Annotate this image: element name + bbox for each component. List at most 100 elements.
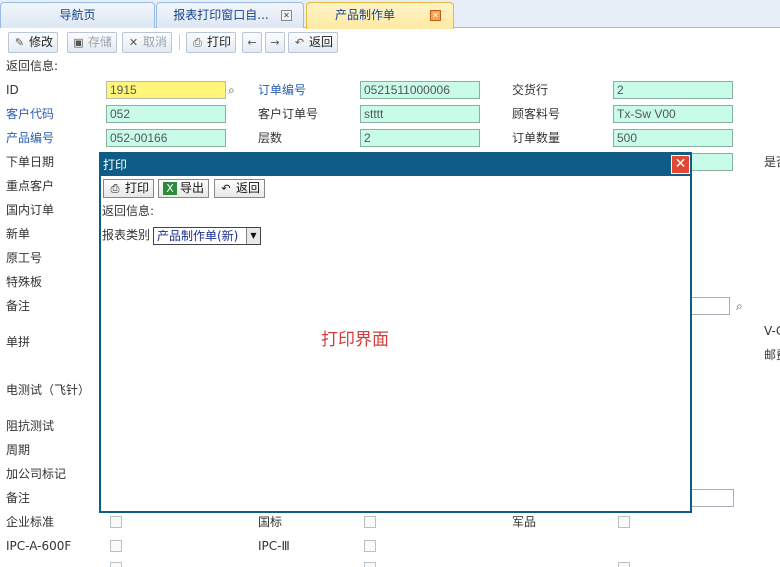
- remark2-field[interactable]: [690, 489, 734, 507]
- cust-order-field[interactable]: stttt: [360, 105, 480, 123]
- tab-bar: 导航页 报表打印窗口自... ✕ 产品制作单 ✕: [0, 0, 780, 29]
- product-no-field[interactable]: 052-00166: [106, 129, 226, 147]
- edit-button[interactable]: ✎ 修改: [8, 32, 59, 53]
- cust-code-label: 客户代码: [6, 107, 55, 121]
- id-label: ID: [6, 83, 19, 97]
- qty-field[interactable]: 500: [613, 129, 733, 147]
- remark2-label: 备注: [6, 491, 31, 505]
- prev-button[interactable]: ←: [242, 32, 262, 53]
- domestic-label: 国内订单: [6, 203, 55, 217]
- save-label: 存储: [88, 35, 113, 49]
- order-date-label: 下单日期: [6, 155, 55, 169]
- back-button[interactable]: ↶ 返回: [288, 32, 339, 53]
- lookup-icon[interactable]: ⌕: [736, 299, 750, 313]
- special-board-label: 特殊板: [6, 275, 43, 289]
- tab-report-print-label: 报表打印窗口自...: [173, 8, 269, 22]
- print-dialog: 打印 ✕ ⎙ 打印 X 导出 ↶ 返回 返回信息: 报表类别 产品制作单(新) …: [99, 152, 692, 513]
- national-std-label: 国标: [258, 515, 283, 529]
- tab-home[interactable]: 导航页: [0, 2, 155, 28]
- new-order-label: 新单: [6, 227, 31, 241]
- tab-product-order-label: 产品制作单: [334, 8, 395, 22]
- dialog-title: 打印: [103, 158, 128, 172]
- company-mark-label: 加公司标记: [6, 467, 67, 481]
- undo-icon: ↶: [221, 182, 231, 195]
- report-type-value: 产品制作单(新): [157, 229, 239, 243]
- cust-material-label: 顾客料号: [512, 107, 561, 121]
- dialog-back-button[interactable]: ↶ 返回: [214, 179, 266, 198]
- id-field[interactable]: 1915: [106, 81, 226, 99]
- more-checkbox[interactable]: [364, 562, 376, 567]
- etest-label: 电测试（飞针）: [6, 383, 91, 397]
- toolbar-separator: [179, 34, 180, 50]
- more-checkbox[interactable]: [618, 562, 630, 567]
- more-checkbox[interactable]: [110, 562, 122, 567]
- ipc-3-label: IPC-Ⅲ: [258, 539, 290, 553]
- tab-home-label: 导航页: [59, 8, 96, 22]
- cancel-label: 取消: [143, 35, 168, 49]
- dialog-export-button[interactable]: X 导出: [158, 179, 210, 198]
- product-no-label: 产品编号: [6, 131, 55, 145]
- dialog-return-info: 返回信息:: [102, 204, 155, 218]
- vip-label: 重点客户: [6, 179, 55, 193]
- dialog-print-button[interactable]: ⎙ 打印: [103, 179, 155, 198]
- remark-field[interactable]: [690, 297, 730, 315]
- cust-code-field[interactable]: 052: [106, 105, 226, 123]
- arrow-right-icon: →: [270, 36, 280, 49]
- print-preview-placeholder: 打印界面: [321, 330, 389, 350]
- impedance-label: 阻抗测试: [6, 419, 55, 433]
- delivery-field[interactable]: 2: [613, 81, 733, 99]
- printer-icon: ⎙: [110, 182, 120, 195]
- close-icon[interactable]: ✕: [430, 10, 441, 21]
- layers-field[interactable]: 2: [360, 129, 480, 147]
- enterprise-std-checkbox[interactable]: [110, 516, 122, 528]
- tab-report-print[interactable]: 报表打印窗口自... ✕: [156, 2, 304, 28]
- national-std-checkbox[interactable]: [364, 516, 376, 528]
- cancel-icon: ✕: [128, 36, 139, 49]
- edit-label: 修改: [29, 35, 54, 49]
- delivery-label: 交货行: [512, 83, 549, 97]
- arrow-left-icon: ←: [247, 36, 257, 49]
- close-icon[interactable]: ✕: [671, 155, 690, 174]
- military-checkbox[interactable]: [618, 516, 630, 528]
- order-no-field[interactable]: 0521511000006: [360, 81, 480, 99]
- save-button[interactable]: ▣ 存储: [67, 32, 118, 53]
- toolbar: ✎ 修改 ▣ 存储 ✕ 取消 ⎙ 打印 ← → ↶ 返回: [0, 31, 780, 55]
- ipc-a-label: IPC-A-600F: [6, 539, 72, 553]
- return-info-label: 返回信息:: [6, 59, 59, 73]
- ipc-3-checkbox[interactable]: [364, 540, 376, 552]
- cancel-button[interactable]: ✕ 取消: [122, 32, 173, 53]
- dialog-export-label: 导出: [180, 181, 205, 195]
- right-partial-label: 是否: [764, 155, 780, 169]
- qty-label: 订单数量: [512, 131, 561, 145]
- chevron-down-icon: ▼: [246, 228, 260, 244]
- undo-icon: ↶: [294, 36, 305, 49]
- next-button[interactable]: →: [265, 32, 285, 53]
- close-icon[interactable]: ✕: [281, 10, 292, 21]
- remark-label: 备注: [6, 299, 31, 313]
- period-label: 周期: [6, 443, 31, 457]
- panel-label: 单拼: [6, 335, 31, 349]
- enterprise-std-label: 企业标准: [6, 515, 55, 529]
- tab-product-order[interactable]: 产品制作单 ✕: [306, 2, 454, 29]
- excel-icon: X: [163, 182, 177, 195]
- report-type-label: 报表类别: [102, 228, 151, 242]
- right-partial-label: 邮费: [764, 348, 780, 362]
- dialog-back-label: 返回: [236, 181, 261, 195]
- print-label: 打印: [207, 35, 232, 49]
- dialog-titlebar[interactable]: 打印 ✕: [101, 154, 690, 176]
- save-icon: ▣: [73, 36, 84, 49]
- layers-label: 层数: [258, 131, 283, 145]
- print-button[interactable]: ⎙ 打印: [186, 32, 237, 53]
- ipc-a-checkbox[interactable]: [110, 540, 122, 552]
- lookup-icon[interactable]: ⌕: [228, 83, 242, 97]
- cust-order-label: 客户订单号: [258, 107, 319, 121]
- cust-material-field[interactable]: Tx-Sw V00: [613, 105, 733, 123]
- right-partial-label: V-C: [764, 324, 780, 338]
- back-label: 返回: [309, 35, 334, 49]
- military-label: 军品: [512, 515, 537, 529]
- edit-icon: ✎: [14, 36, 25, 49]
- order-no-label: 订单编号: [258, 83, 307, 97]
- report-type-select[interactable]: 产品制作单(新) ▼: [153, 227, 261, 245]
- printer-icon: ⎙: [193, 36, 202, 49]
- original-job-label: 原工号: [6, 251, 43, 265]
